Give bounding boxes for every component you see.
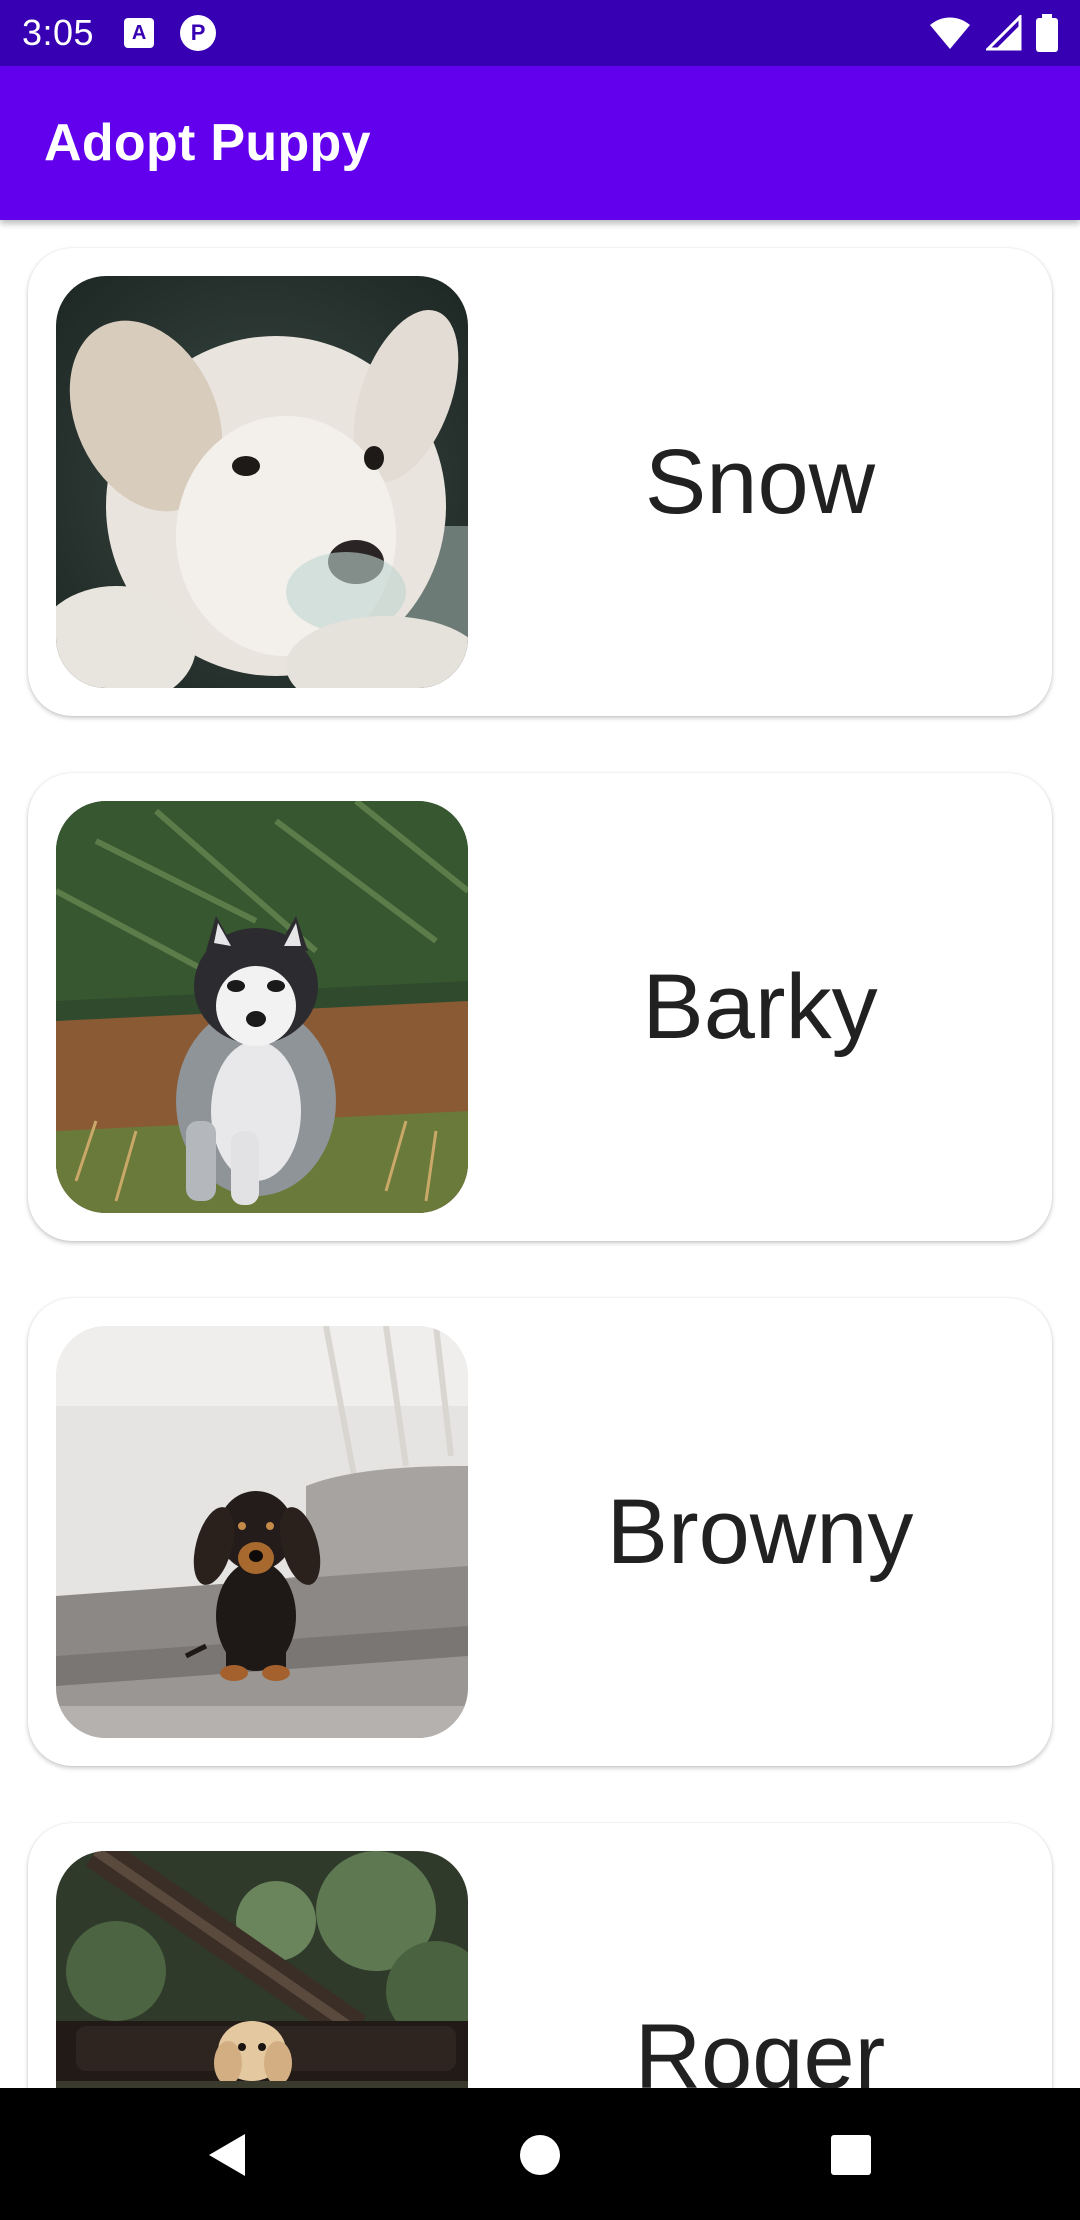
a-notification-icon: A	[124, 18, 155, 48]
puppy-card[interactable]: Barky	[28, 773, 1052, 1241]
status-time: 3:05	[22, 12, 95, 53]
app-title: Adopt Puppy	[44, 114, 371, 172]
husky-puppy-photo	[56, 801, 468, 1213]
back-icon[interactable]	[202, 2130, 252, 2180]
puppy-name: Browny	[606, 1480, 914, 1583]
cellular-signal-icon	[986, 15, 1022, 51]
white-puppy-photo	[56, 276, 468, 688]
notification-icons: A P	[124, 15, 217, 51]
system-status-icons	[928, 14, 1058, 52]
golden-puppy-photo	[56, 1851, 468, 2088]
status-bar: 3:05 A P	[0, 0, 1080, 66]
recents-icon[interactable]	[826, 2130, 876, 2180]
puppy-card[interactable]: Snow	[28, 248, 1052, 716]
puppy-list[interactable]: Snow Barky Browny Roger	[0, 220, 1080, 2088]
home-icon[interactable]	[515, 2130, 565, 2180]
puppy-card[interactable]: Browny	[28, 1298, 1052, 1766]
p-notification-icon: P	[180, 15, 217, 51]
puppy-card[interactable]: Roger	[28, 1823, 1052, 2088]
navigation-bar	[0, 2088, 1080, 2220]
wifi-icon	[930, 17, 970, 49]
puppy-name: Barky	[642, 955, 878, 1058]
puppy-name: Snow	[644, 430, 876, 533]
puppy-name: Roger	[634, 2005, 886, 2089]
dachshund-puppy-photo	[56, 1326, 468, 1738]
app-bar: Adopt Puppy	[0, 66, 1080, 220]
battery-icon	[1036, 14, 1058, 52]
